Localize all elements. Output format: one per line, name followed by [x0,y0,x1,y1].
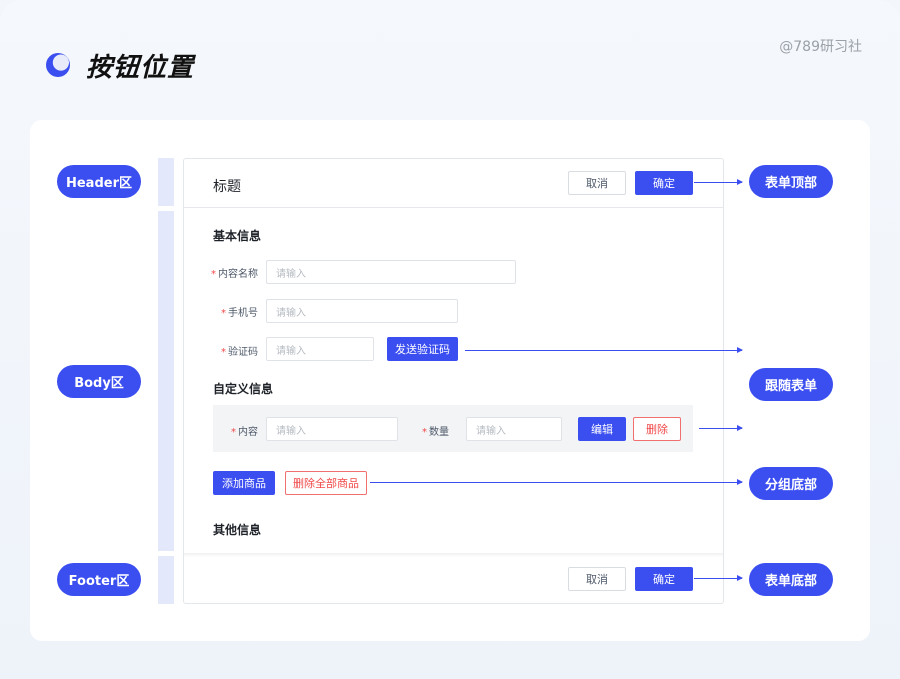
delete-all-products-button[interactable]: 删除全部商品 [285,471,367,495]
section-custom-title: 自定义信息 [213,382,274,396]
quantity-label: * 数量 [422,427,449,438]
code-label: * 验证码 [221,347,258,358]
body-region-pill: Body区 [57,365,141,398]
body-region-bar [158,211,174,551]
content-name-label: * 内容名称 [211,269,258,280]
header-region-pill: Header区 [57,165,141,198]
arrow-to-bottom [694,575,743,581]
delete-button[interactable]: 删除 [633,417,681,441]
footer-region-pill: Footer区 [57,563,141,596]
section-basic-title: 基本信息 [213,229,262,243]
position-group-bottom-pill: 分组底部 [749,467,833,500]
position-top-pill: 表单顶部 [749,165,833,198]
content-label: * 内容 [231,427,258,438]
arrow-to-group-bottom [370,479,743,485]
footer-cancel-button[interactable]: 取消 [568,567,626,591]
arrow-to-top [694,179,743,185]
send-code-button[interactable]: 发送验证码 [387,337,458,361]
add-product-button[interactable]: 添加商品 [213,471,275,495]
position-follow-pill: 跟随表单 [749,368,833,401]
quantity-input[interactable]: 请输入 [466,417,562,441]
watermark: @789研习社 [779,39,862,55]
header-cancel-button[interactable]: 取消 [568,171,626,195]
arrow-edit-delete [699,425,743,431]
header-divider [184,207,723,208]
arrow-send-code [465,347,743,353]
footer-shadow [184,553,723,557]
page-title: 按钮位置 [86,53,195,83]
footer-region-bar [158,556,174,604]
phone-label: * 手机号 [221,308,258,319]
footer-confirm-button[interactable]: 确定 [635,567,693,591]
content-name-input[interactable]: 请输入 [266,260,516,284]
form-title: 标题 [213,179,241,195]
position-bottom-pill: 表单底部 [749,563,833,596]
edit-button[interactable]: 编辑 [578,417,626,441]
content-input[interactable]: 请输入 [266,417,398,441]
header-region-bar [158,158,174,206]
header-confirm-button[interactable]: 确定 [635,171,693,195]
code-input[interactable]: 请输入 [266,337,374,361]
title-dot-icon [46,53,70,77]
section-other-title: 其他信息 [213,523,262,537]
phone-input[interactable]: 请输入 [266,299,458,323]
